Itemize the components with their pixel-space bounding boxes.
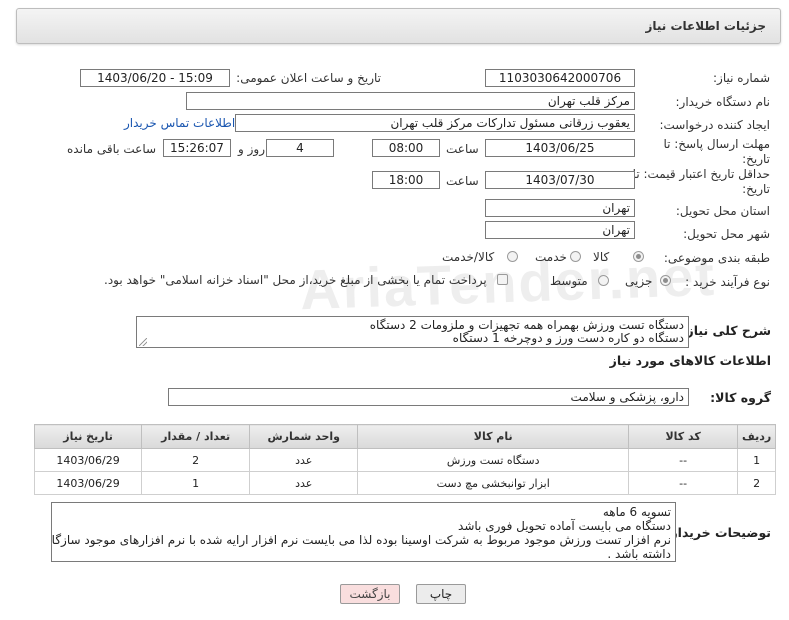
category-label: طبقه بندی موضوعی: bbox=[663, 251, 770, 265]
header-unit: واحد شمارش bbox=[249, 424, 359, 449]
panel-header: جزئیات اطلاعات نیاز bbox=[16, 8, 781, 44]
description-line-2: دستگاه دو کاره دست ورز و دوچرخه 1 دستگاه bbox=[452, 331, 684, 345]
description-textarea[interactable]: دستگاه تست ورزش بهمراه همه تجهیزات و ملز… bbox=[136, 316, 689, 348]
resize-grip-icon[interactable] bbox=[139, 338, 147, 346]
category-option-goods-service: کالا/خدمت bbox=[442, 250, 495, 264]
payment-note: پرداخت تمام یا بخشی از مبلغ خرید،از محل … bbox=[104, 273, 487, 287]
buyer-org-label: نام دستگاه خریدار: bbox=[675, 95, 771, 109]
panel-title: جزئیات اطلاعات نیاز bbox=[645, 19, 766, 33]
buyer-notes-line-3: نرم افزار تست ورزش موجود مربوط به شرکت ا… bbox=[51, 533, 671, 547]
cell-item-name: ابزار توانبخشی مچ دست bbox=[357, 471, 630, 495]
buyer-notes-line-4: داشته باشد . bbox=[607, 547, 671, 561]
buyer-notes-line-1: تسویه 6 ماهه bbox=[602, 505, 671, 519]
price-validity-label: حداقل تاریخ اعتبار قیمت: تا تاریخ: bbox=[632, 167, 770, 196]
reply-time-field[interactable]: 08:00 bbox=[372, 139, 440, 157]
validity-time-field[interactable]: 18:00 bbox=[372, 171, 440, 189]
validity-time-label: ساعت bbox=[446, 174, 479, 188]
header-quantity: تعداد / مقدار bbox=[141, 424, 251, 449]
table-header-row: ردیف کد کالا نام کالا واحد شمارش تعداد /… bbox=[33, 424, 776, 449]
buyer-notes-label: توضیحات خریدار: bbox=[665, 525, 771, 540]
goods-group-field[interactable]: دارو، پزشکی و سلامت bbox=[168, 388, 689, 406]
purchase-radio-medium[interactable] bbox=[598, 275, 609, 286]
description-label: شرح کلی نیاز: bbox=[681, 323, 771, 338]
buyer-notes-textarea[interactable]: تسویه 6 ماهه دستگاه می بایست آماده تحویل… bbox=[51, 502, 676, 562]
cell-unit: عدد bbox=[249, 471, 359, 495]
reply-deadline-label: مهلت ارسال پاسخ: تا تاریخ: bbox=[663, 137, 770, 166]
province-label: استان محل تحویل: bbox=[675, 204, 770, 218]
cell-item-name: دستگاه تست ورزش bbox=[357, 448, 630, 472]
reply-time-label: ساعت bbox=[446, 142, 479, 156]
city-label: شهر محل تحویل: bbox=[683, 227, 770, 241]
category-radio-service[interactable] bbox=[570, 251, 581, 262]
goods-table: ردیف کد کالا نام کالا واحد شمارش تعداد /… bbox=[33, 424, 776, 495]
remaining-time-field[interactable]: 15:26:07 bbox=[163, 139, 231, 157]
category-radio-goods[interactable] bbox=[633, 251, 644, 262]
requester-label: ایجاد کننده درخواست: bbox=[659, 118, 770, 132]
cell-quantity: 1 bbox=[141, 471, 251, 495]
header-item-code: کد کالا bbox=[628, 424, 739, 449]
announce-field[interactable]: 1403/06/20 - 15:09 bbox=[80, 69, 230, 87]
goods-section-title: اطلاعات کالاهای مورد نیاز bbox=[609, 353, 771, 368]
category-radio-goods-service[interactable] bbox=[507, 251, 518, 262]
need-number-label: شماره نیاز: bbox=[713, 71, 770, 85]
cell-item-code: -- bbox=[628, 471, 739, 495]
table-row[interactable]: 1 -- دستگاه تست ورزش عدد 2 1403/06/29 bbox=[33, 448, 776, 472]
announce-label: تاریخ و ساعت اعلان عمومی: bbox=[236, 71, 381, 85]
purchase-radio-minor[interactable] bbox=[660, 275, 671, 286]
cell-unit: عدد bbox=[249, 448, 359, 472]
goods-group-label: گروه کالا: bbox=[710, 390, 771, 405]
days-field[interactable]: 4 bbox=[266, 139, 334, 157]
purchase-option-medium: متوسط bbox=[550, 274, 588, 288]
category-option-service: خدمت bbox=[535, 250, 567, 264]
print-button[interactable]: چاپ bbox=[416, 584, 466, 604]
reply-date-field[interactable]: 1403/06/25 bbox=[485, 139, 635, 157]
validity-date-field[interactable]: 1403/07/30 bbox=[485, 171, 635, 189]
cell-need-date: 1403/06/29 bbox=[33, 471, 143, 495]
back-button[interactable]: بازگشت bbox=[340, 584, 400, 604]
province-field[interactable]: تهران bbox=[485, 199, 635, 217]
buyer-notes-line-2: دستگاه می بایست آماده تحویل فوری باشد bbox=[458, 519, 671, 533]
cell-need-date: 1403/06/29 bbox=[33, 448, 143, 472]
header-item-name: نام کالا bbox=[357, 424, 630, 449]
remaining-label: ساعت باقی مانده bbox=[67, 142, 157, 156]
cell-item-code: -- bbox=[628, 448, 739, 472]
cell-quantity: 2 bbox=[141, 448, 251, 472]
contact-info-link[interactable]: اطلاعات تماس خریدار bbox=[124, 116, 235, 130]
treasury-checkbox[interactable] bbox=[497, 274, 508, 285]
need-number-field[interactable]: 1103030642000706 bbox=[485, 69, 635, 87]
cell-row-number: 1 bbox=[737, 448, 776, 472]
category-option-goods: کالا bbox=[593, 250, 610, 264]
purchase-option-minor: جزیی bbox=[625, 274, 653, 288]
requester-field[interactable]: یعقوب زرقانی مسئول تدارکات مرکز قلب تهرا… bbox=[235, 114, 635, 132]
days-label: روز و bbox=[238, 142, 265, 156]
table-row[interactable]: 2 -- ابزار توانبخشی مچ دست عدد 1 1403/06… bbox=[33, 471, 776, 495]
buyer-org-field[interactable]: مرکز قلب تهران bbox=[186, 92, 635, 110]
city-field[interactable]: تهران bbox=[485, 221, 635, 239]
purchase-type-label: نوع فرآیند خرید : bbox=[685, 275, 770, 289]
header-need-date: تاریخ نیاز bbox=[33, 424, 143, 449]
cell-row-number: 2 bbox=[737, 471, 776, 495]
header-row-number: ردیف bbox=[737, 424, 776, 449]
